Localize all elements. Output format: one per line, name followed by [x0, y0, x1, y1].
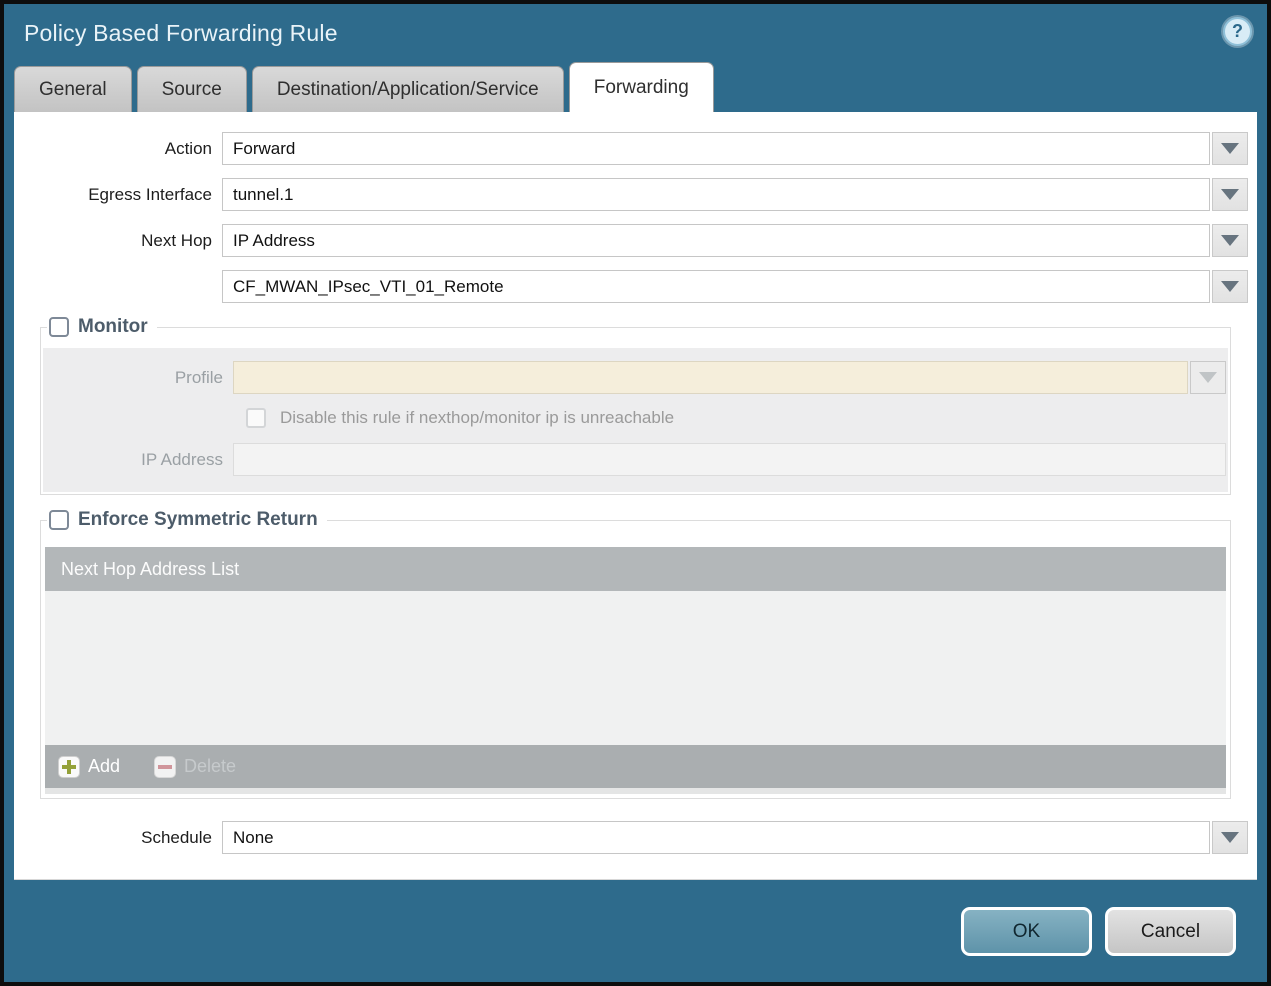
egress-interface-select[interactable]: tunnel.1: [222, 178, 1210, 211]
profile-dropdown-button: [1190, 361, 1226, 394]
schedule-select[interactable]: None: [222, 821, 1210, 854]
help-icon-glyph: ?: [1232, 21, 1243, 41]
dialog-footer: OK Cancel: [4, 880, 1267, 956]
next-hop-address-list-header-label: Next Hop Address List: [61, 558, 240, 579]
tab-bar: General Source Destination/Application/S…: [4, 62, 1267, 112]
add-button-label: Add: [88, 756, 121, 776]
help-icon[interactable]: ?: [1223, 17, 1252, 46]
chevron-down-icon: [1221, 235, 1239, 246]
chevron-down-icon: [1221, 189, 1239, 200]
profile-row: Profile: [43, 361, 1228, 394]
chevron-down-icon: [1221, 143, 1239, 154]
next-hop-address-list-header: Next Hop Address List: [45, 547, 1226, 591]
monitor-legend: Monitor: [47, 316, 157, 338]
enforce-symmetric-return-label: Enforce Symmetric Return: [78, 509, 318, 530]
profile-label: Profile: [174, 367, 223, 387]
schedule-label: Schedule: [141, 827, 212, 847]
egress-interface-label: Egress Interface: [88, 184, 212, 204]
disable-rule-row: Disable this rule if nexthop/monitor ip …: [246, 408, 1228, 428]
tab-general[interactable]: General: [14, 66, 132, 112]
next-hop-dropdown-button[interactable]: [1212, 224, 1248, 257]
plus-icon: [58, 755, 80, 778]
tab-source[interactable]: Source: [136, 66, 247, 112]
tab-source-label: Source: [161, 78, 222, 100]
disable-rule-label: Disable this rule if nexthop/monitor ip …: [280, 408, 675, 427]
tab-destination-application-service[interactable]: Destination/Application/Service: [251, 66, 564, 112]
chevron-down-icon: [1221, 281, 1239, 292]
monitor-ip-address-label: IP Address: [141, 449, 223, 469]
monitor-section: Monitor Profile Disable this rule if nex…: [40, 316, 1231, 495]
tab-destination-label: Destination/Application/Service: [276, 78, 539, 100]
delete-button-label: Delete: [184, 756, 237, 776]
add-button[interactable]: Add: [58, 755, 121, 778]
action-select[interactable]: Forward: [222, 132, 1210, 165]
next-hop-row: Next Hop IP Address: [14, 224, 1257, 257]
tab-forwarding[interactable]: Forwarding: [568, 62, 714, 112]
monitor-panel: Profile Disable this rule if nexthop/mon…: [43, 348, 1228, 492]
chevron-down-icon: [1199, 372, 1217, 383]
next-hop-address-dropdown-button[interactable]: [1212, 270, 1248, 303]
next-hop-address-list-table: Next Hop Address List Add Delete: [45, 547, 1226, 794]
enforce-symmetric-return-section: Enforce Symmetric Return Next Hop Addres…: [40, 509, 1231, 799]
enforce-symmetric-return-checkbox[interactable]: [49, 510, 69, 530]
monitor-checkbox[interactable]: [49, 317, 69, 337]
dialog-title: Policy Based Forwarding Rule: [24, 19, 338, 46]
tab-forwarding-label: Forwarding: [593, 76, 689, 98]
action-row: Action Forward: [14, 132, 1257, 165]
cancel-button[interactable]: Cancel: [1105, 907, 1236, 956]
delete-button: Delete: [154, 755, 237, 778]
chevron-down-icon: [1221, 832, 1239, 843]
action-dropdown-button[interactable]: [1212, 132, 1248, 165]
next-hop-label: Next Hop: [141, 230, 212, 250]
ok-button[interactable]: OK: [961, 907, 1092, 956]
next-hop-address-select[interactable]: CF_MWAN_IPsec_VTI_01_Remote: [222, 270, 1210, 303]
monitor-legend-label: Monitor: [78, 316, 148, 337]
minus-icon: [154, 755, 177, 778]
monitor-ip-address-row: IP Address: [43, 443, 1228, 476]
egress-interface-dropdown-button[interactable]: [1212, 178, 1248, 211]
next-hop-address-row: CF_MWAN_IPsec_VTI_01_Remote: [14, 270, 1257, 303]
profile-select: [233, 361, 1188, 394]
egress-interface-row: Egress Interface tunnel.1: [14, 178, 1257, 211]
monitor-ip-address-input: [233, 443, 1226, 476]
next-hop-select[interactable]: IP Address: [222, 224, 1210, 257]
action-label: Action: [164, 138, 212, 158]
next-hop-address-list-toolbar: Add Delete: [45, 745, 1226, 788]
enforce-symmetric-return-legend: Enforce Symmetric Return: [47, 509, 327, 531]
tab-general-label: General: [39, 78, 107, 100]
disable-rule-checkbox: [246, 408, 266, 428]
schedule-row: Schedule None: [14, 821, 1257, 854]
next-hop-address-list-body: [45, 591, 1226, 745]
dialog-titlebar: Policy Based Forwarding Rule ?: [4, 4, 1267, 62]
forwarding-tab-panel: Action Forward Egress Interface tunnel.1…: [14, 112, 1257, 880]
schedule-dropdown-button[interactable]: [1212, 821, 1248, 854]
